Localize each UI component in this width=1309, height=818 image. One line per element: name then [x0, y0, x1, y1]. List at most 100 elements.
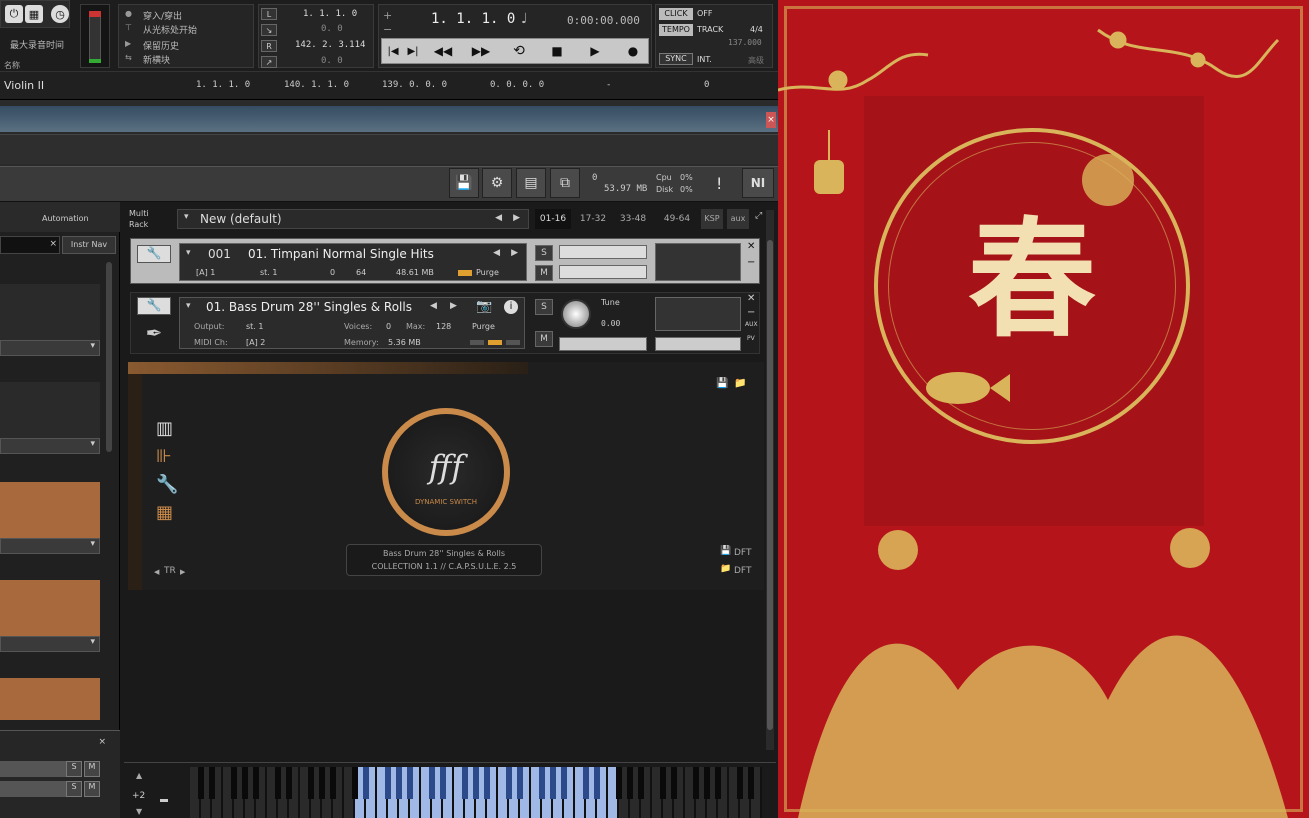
slot[interactable] [0, 482, 100, 538]
tab-aux[interactable]: aux [727, 209, 749, 229]
instrument-name[interactable]: 01. Timpani Normal Single Hits [248, 247, 434, 261]
black-key[interactable] [560, 767, 568, 799]
minimize-icon[interactable]: − [747, 257, 755, 268]
chevron-down-icon[interactable]: ▾ [186, 248, 191, 258]
solo-button[interactable]: S [535, 299, 553, 315]
logo-ring[interactable]: fff DYNAMIC SWITCH [382, 408, 510, 536]
black-key[interactable] [362, 767, 370, 799]
dft-2[interactable]: DFT [734, 566, 751, 576]
right-locator-value[interactable]: 142. 2. 3.114 [295, 40, 365, 50]
solo-button[interactable]: S [66, 781, 82, 797]
black-key[interactable] [461, 767, 469, 799]
black-key[interactable] [208, 767, 216, 799]
black-key[interactable] [483, 767, 491, 799]
dft-1[interactable]: DFT [734, 548, 751, 558]
midi-channel[interactable]: [A] 2 [246, 338, 265, 347]
keyboard-keys[interactable] [190, 767, 762, 818]
forward-icon[interactable]: ▶▶ [468, 42, 494, 60]
mute-button[interactable]: M [535, 265, 553, 281]
power-icon[interactable]: ⏻ [5, 5, 23, 23]
left-locator-icon[interactable]: L [261, 8, 277, 20]
radio-icon[interactable]: ● [125, 9, 132, 18]
plus-icon[interactable]: + [383, 9, 392, 22]
tempo-value[interactable]: 137.000 [728, 38, 762, 47]
tab-49-64[interactable]: 49-64 [659, 209, 695, 229]
solo-button[interactable]: S [535, 245, 553, 261]
black-key[interactable] [659, 767, 667, 799]
instr-nav-tab[interactable]: Instr Nav [62, 236, 116, 254]
black-key[interactable] [230, 767, 238, 799]
purge-menu[interactable]: Purge [476, 268, 499, 277]
black-key[interactable] [406, 767, 414, 799]
pitch-wheel[interactable] [160, 799, 168, 802]
mute-button[interactable]: M [84, 781, 100, 797]
folder-icon[interactable]: 📁 [720, 564, 731, 574]
gear-icon[interactable]: ⚙ [482, 168, 512, 198]
menu-item[interactable]: 从光标处开始 [143, 23, 197, 36]
black-key[interactable] [703, 767, 711, 799]
prev-icon[interactable]: ◀ [154, 568, 159, 576]
slot-dropdown[interactable]: ▾ [0, 636, 100, 652]
rewind-icon[interactable]: ◀◀ [430, 42, 456, 60]
mixer-row[interactable] [0, 781, 66, 797]
next-icon[interactable]: ▶ [511, 248, 518, 258]
output[interactable]: st. 1 [246, 322, 263, 331]
sync-button[interactable]: SYNC [659, 53, 693, 65]
menu-item[interactable]: 保留历史 [143, 39, 179, 52]
side-scrollbar[interactable] [106, 262, 112, 452]
play-small-icon[interactable]: ▶ [125, 39, 131, 48]
tab-ksp[interactable]: KSP [701, 209, 723, 229]
prev-icon[interactable]: ◀ [495, 213, 502, 223]
close-icon[interactable]: × [766, 112, 776, 128]
right-locator-icon[interactable]: R [261, 40, 277, 52]
output[interactable]: st. 1 [260, 268, 277, 277]
mixer-row[interactable] [0, 761, 66, 777]
instrument-name[interactable]: 01. Bass Drum 28'' Singles & Rolls [206, 300, 412, 314]
mixer-icon[interactable]: ⊪ [156, 446, 172, 467]
play-icon[interactable]: ▶ [582, 42, 608, 60]
goto-start-icon[interactable]: |◀ [384, 42, 402, 60]
sync-extra[interactable]: 高级 [748, 55, 764, 66]
black-key[interactable] [472, 767, 480, 799]
track-col[interactable]: - [606, 80, 611, 90]
black-key[interactable] [285, 767, 293, 799]
black-key[interactable] [670, 767, 678, 799]
wrench-icon[interactable]: 🔧 [137, 297, 171, 315]
save-icon[interactable]: 💾 [716, 378, 728, 389]
black-key[interactable] [582, 767, 590, 799]
close-icon[interactable]: ✕ [747, 293, 755, 304]
warning-icon[interactable]: ! [716, 174, 722, 193]
wrench-icon[interactable]: 🔧 [156, 474, 178, 495]
tune-value[interactable]: 0.00 [601, 319, 620, 328]
midi-channel[interactable]: [A] 1 [196, 268, 215, 277]
left-locator-value[interactable]: 1. 1. 1. 0 [303, 9, 357, 19]
save-icon[interactable]: 💾 [449, 168, 479, 198]
wrench-icon[interactable]: 🔧 [137, 245, 171, 263]
black-key[interactable] [252, 767, 260, 799]
tune-knob[interactable] [561, 299, 591, 329]
slot[interactable] [0, 284, 100, 340]
volume-slider[interactable] [655, 337, 741, 351]
tr-label[interactable]: TR [164, 566, 176, 576]
pan-slider[interactable] [559, 337, 647, 351]
black-key[interactable] [274, 767, 282, 799]
rack-scrollbar[interactable] [766, 210, 774, 750]
close-icon[interactable]: ✕ [747, 241, 755, 252]
keys-icon[interactable]: ▥ [156, 418, 173, 439]
pre-roll-value[interactable]: 0. 0 [321, 24, 343, 34]
black-key[interactable] [197, 767, 205, 799]
record-icon[interactable]: ● [620, 42, 646, 60]
grid-icon[interactable]: ▦ [156, 502, 173, 523]
cycle-small-icon[interactable]: ⇆ [125, 53, 132, 62]
main-position[interactable]: 1. 1. 1. 0 [431, 11, 515, 27]
track-col[interactable]: 139. 0. 0. 0 [382, 80, 447, 90]
cursor-icon[interactable]: ⊤ [125, 23, 132, 32]
slot[interactable] [0, 382, 100, 438]
volume-slider[interactable] [559, 245, 647, 259]
black-key[interactable] [714, 767, 722, 799]
click-button[interactable]: CLICK [659, 8, 693, 20]
prev-icon[interactable]: ◀ [430, 301, 437, 311]
chevron-down-icon[interactable]: ▾ [186, 301, 191, 311]
black-key[interactable] [384, 767, 392, 799]
black-key[interactable] [505, 767, 513, 799]
